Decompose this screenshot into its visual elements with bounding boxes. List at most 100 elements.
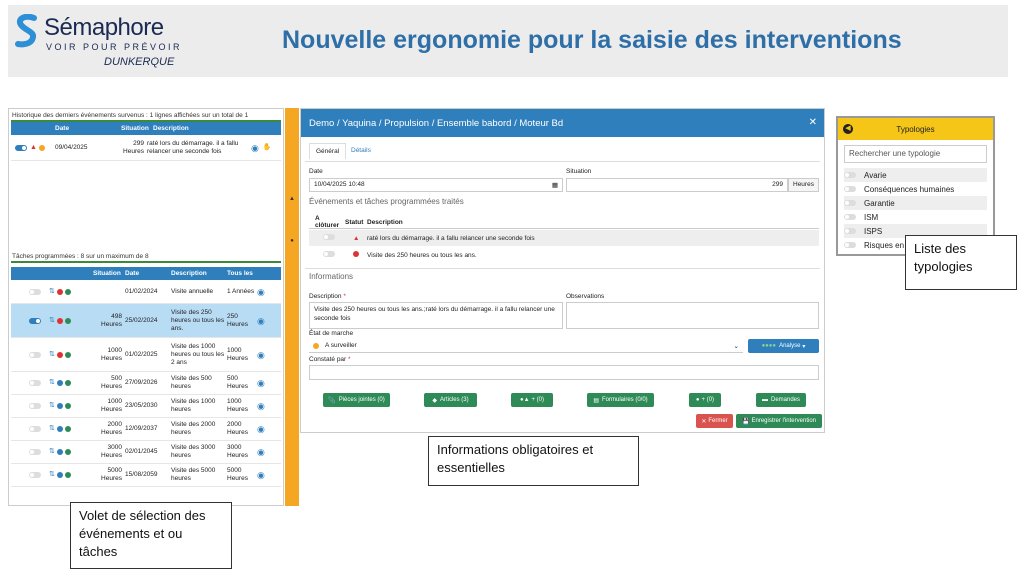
typology-item[interactable]: ISM (844, 210, 987, 224)
close-toggle[interactable] (323, 234, 335, 240)
select-toggle[interactable] (29, 288, 41, 295)
task-row[interactable]: ⇅ 498 Heures 25/02/2024 Visite des 250 h… (11, 304, 281, 338)
task-row[interactable]: ⇅ 5000 Heures 15/08/2059 Visite des 5000… (11, 464, 281, 487)
hand-icon[interactable]: ✋ (263, 144, 272, 152)
task-row[interactable]: ⇅ 01/02/2024 Visite annuelle 1 Années ◉ (11, 280, 281, 304)
brand-city: DUNKERQUE (104, 56, 175, 68)
cell-description: Visite des 1000 heures ou tous les 2 ans (171, 342, 225, 366)
select-toggle[interactable] (29, 317, 41, 324)
repeat-icon: ⇅ (49, 402, 55, 409)
select-toggle[interactable] (29, 426, 41, 432)
callout-info: Informations obligatoires et essentielle… (428, 436, 639, 486)
typology-toggle[interactable] (844, 172, 856, 178)
observations-field[interactable] (566, 302, 819, 329)
forms-button[interactable]: ▤ Formulaires (0/0) (587, 393, 654, 407)
events-header: A clôturer Statut Description (309, 215, 819, 229)
select-toggle[interactable] (15, 144, 27, 151)
close-icon[interactable]: ✕ (809, 117, 817, 128)
eye-icon[interactable]: ◉ (257, 425, 265, 434)
task-row[interactable]: ⇅ 500 Heures 27/09/2026 Visite des 500 h… (11, 372, 281, 395)
requests-button[interactable]: ▬ Demandes (756, 393, 806, 407)
brand-name: Sémaphore (44, 14, 164, 41)
cell-date: 27/09/2026 (125, 379, 158, 386)
task-row[interactable]: ⇅ 3000 Heures 02/01/2045 Visite des 3000… (11, 441, 281, 464)
typology-item[interactable]: Conséquences humaines (844, 182, 987, 196)
date-field[interactable]: 10/04/2025 10:48 ▦ (309, 178, 563, 192)
typology-toggle[interactable] (844, 186, 856, 192)
eye-icon[interactable]: ◉ (251, 143, 259, 152)
cell-date: 25/02/2024 (125, 316, 158, 324)
select-toggle[interactable] (29, 351, 41, 358)
typology-toggle[interactable] (844, 242, 856, 248)
tasks-header: Situation Date Description Tous les (11, 267, 281, 280)
tab-details[interactable]: Détails (351, 147, 371, 154)
cell-description: raté lors du démarrage. il a fallu relan… (147, 139, 239, 155)
callout-volet: Volet de sélection des événements et ou … (70, 502, 232, 569)
articles-button[interactable]: ◆ Articles (3) (424, 393, 477, 407)
info-title: Informations (309, 272, 354, 281)
typology-item[interactable]: Avarie (844, 168, 987, 182)
add-task-button[interactable]: ● + (0) (689, 393, 721, 407)
col-description: Description (171, 270, 207, 277)
save-button[interactable]: 💾 Enregistrer l'intervention (736, 414, 822, 428)
eye-icon[interactable]: ◉ (257, 316, 265, 325)
add-event-button[interactable]: ●▲ + (0) (511, 393, 553, 407)
repeat-icon: ⇅ (49, 448, 55, 455)
typology-item[interactable]: Garantie (844, 196, 987, 210)
situation-unit: Heures (788, 178, 819, 192)
situation-field[interactable]: 299 (566, 178, 788, 192)
selection-panel: Historique des derniers événements surve… (8, 108, 284, 506)
status-dot-icon (353, 251, 359, 257)
typology-toggle[interactable] (844, 228, 856, 234)
analyse-button[interactable]: ●●●● Analyse ▾ (748, 339, 819, 353)
observations-label: Observations (566, 293, 605, 300)
attachments-button[interactable]: 📎 Pièces jointes (0) (323, 393, 390, 407)
cell-description: Visite des 5000 heures (171, 467, 216, 482)
event-row[interactable]: ▲ raté lors du démarrage. il a fallu rel… (309, 230, 819, 246)
history-row[interactable]: ▲ 09/04/2025 299 Heures raté lors du dém… (11, 135, 281, 161)
cell-every: 1000 Heures (227, 398, 248, 413)
slide-title: Nouvelle ergonomie pour la saisie des in… (282, 26, 902, 54)
eye-icon[interactable]: ◉ (257, 350, 265, 359)
status-dot-icon (64, 351, 71, 358)
cell-description: Visite des 3000 heures (171, 444, 216, 459)
description-field[interactable]: Visite des 250 heures ou tous les ans.;r… (309, 302, 563, 329)
task-row[interactable]: ⇅ 2000 Heures 12/09/2037 Visite des 2000… (11, 418, 281, 441)
select-toggle[interactable] (29, 403, 41, 409)
cell-every: 2000 Heures (227, 421, 248, 436)
typology-toggle[interactable] (844, 200, 856, 206)
etat-select[interactable]: A surveiller ⌄ (309, 339, 743, 353)
eye-icon[interactable]: ◉ (257, 402, 265, 411)
col-description: Description (367, 218, 403, 226)
collapse-icon[interactable]: ▲ (288, 196, 296, 202)
constate-field[interactable] (309, 365, 819, 380)
eye-icon[interactable]: ◉ (257, 448, 265, 457)
back-icon[interactable]: ◀ (843, 124, 853, 134)
typology-toggle[interactable] (844, 214, 856, 220)
close-toggle[interactable] (323, 251, 335, 257)
panel-splitter[interactable]: ▲ ● (285, 108, 299, 506)
eye-icon[interactable]: ◉ (257, 379, 265, 388)
close-button[interactable]: ✕ Fermer (696, 414, 733, 428)
typology-search-input[interactable]: Rechercher une typologie (844, 145, 987, 163)
events-title: Événements et tâches programmées traités (309, 197, 464, 206)
calendar-icon[interactable]: ▦ (552, 181, 558, 189)
eye-icon[interactable]: ◉ (257, 471, 265, 480)
tab-general[interactable]: Général (309, 143, 347, 159)
select-toggle[interactable] (29, 472, 41, 478)
typology-label: ISPS (864, 226, 883, 236)
task-row[interactable]: ⇅ 1000 Heures 01/02/2025 Visite des 1000… (11, 338, 281, 372)
warning-icon: ▲ (30, 143, 37, 151)
eye-icon[interactable]: ◉ (257, 287, 265, 296)
event-row[interactable]: Visite des 250 heures ou tous les ans. (309, 247, 819, 263)
cell-date: 15/08/2059 (125, 471, 158, 478)
cell-date: 23/05/2030 (125, 402, 158, 409)
expand-icon[interactable]: ● (288, 238, 296, 244)
typology-label: Avarie (864, 170, 887, 180)
task-row[interactable]: ⇅ 1000 Heures 23/05/2030 Visite des 1000… (11, 395, 281, 418)
select-toggle[interactable] (29, 449, 41, 455)
col-description: Description (153, 125, 189, 132)
select-toggle[interactable] (29, 380, 41, 386)
form-header: Demo / Yaquina / Propulsion / Ensemble b… (301, 109, 824, 137)
repeat-icon: ⇅ (49, 316, 55, 324)
